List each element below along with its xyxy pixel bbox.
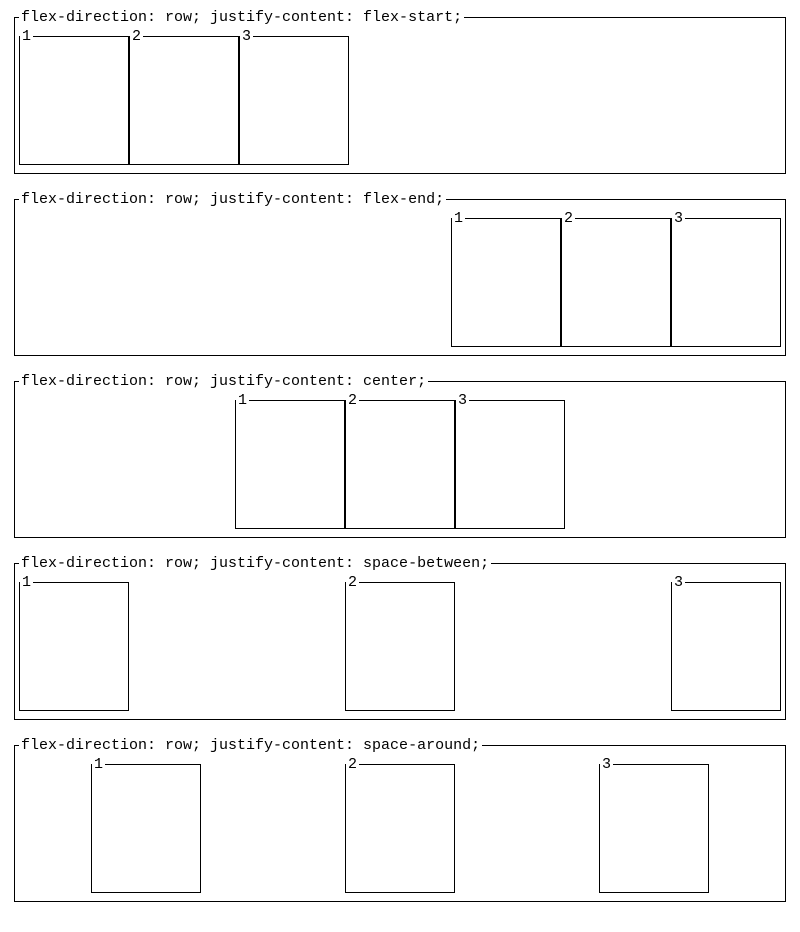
flex-item: 3 [599,757,709,893]
flex-item-label: 3 [672,575,685,590]
flex-item-label: 2 [346,393,359,408]
flex-item: 2 [561,211,671,347]
flex-item-label: 3 [456,393,469,408]
flex-item-label: 2 [562,211,575,226]
flex-item-label: 2 [346,757,359,772]
example-label: flex-direction: row; justify-content: sp… [19,738,482,753]
flex-container: 1 2 3 [19,575,781,715]
flex-item-label: 1 [452,211,465,226]
example-label: flex-direction: row; justify-content: fl… [19,192,446,207]
flex-item-label: 1 [20,575,33,590]
flex-item-label: 1 [236,393,249,408]
flex-item: 2 [345,757,455,893]
flex-item: 3 [239,29,349,165]
flex-item-label: 1 [20,29,33,44]
flex-item: 2 [129,29,239,165]
flex-example-flex-end: flex-direction: row; justify-content: fl… [14,192,786,356]
flex-item-label: 2 [130,29,143,44]
example-label: flex-direction: row; justify-content: ce… [19,374,428,389]
flex-item: 3 [671,575,781,711]
flex-example-space-around: flex-direction: row; justify-content: sp… [14,738,786,902]
flex-example-space-between: flex-direction: row; justify-content: sp… [14,556,786,720]
flex-container: 1 2 3 [19,393,781,533]
flex-item: 3 [671,211,781,347]
flex-item-label: 1 [92,757,105,772]
example-label: flex-direction: row; justify-content: sp… [19,556,491,571]
flex-item: 1 [235,393,345,529]
flex-item: 3 [455,393,565,529]
flex-example-flex-start: flex-direction: row; justify-content: fl… [14,10,786,174]
flex-item-label: 3 [600,757,613,772]
flex-item: 2 [345,393,455,529]
flex-container: 1 2 3 [19,757,781,897]
flex-item-label: 2 [346,575,359,590]
flex-item-label: 3 [672,211,685,226]
flex-item: 1 [91,757,201,893]
flex-container: 1 2 3 [19,211,781,351]
flex-container: 1 2 3 [19,29,781,169]
flex-item-label: 3 [240,29,253,44]
flex-item: 2 [345,575,455,711]
flex-item: 1 [19,575,129,711]
flex-item: 1 [451,211,561,347]
flex-item: 1 [19,29,129,165]
example-label: flex-direction: row; justify-content: fl… [19,10,464,25]
flex-example-center: flex-direction: row; justify-content: ce… [14,374,786,538]
